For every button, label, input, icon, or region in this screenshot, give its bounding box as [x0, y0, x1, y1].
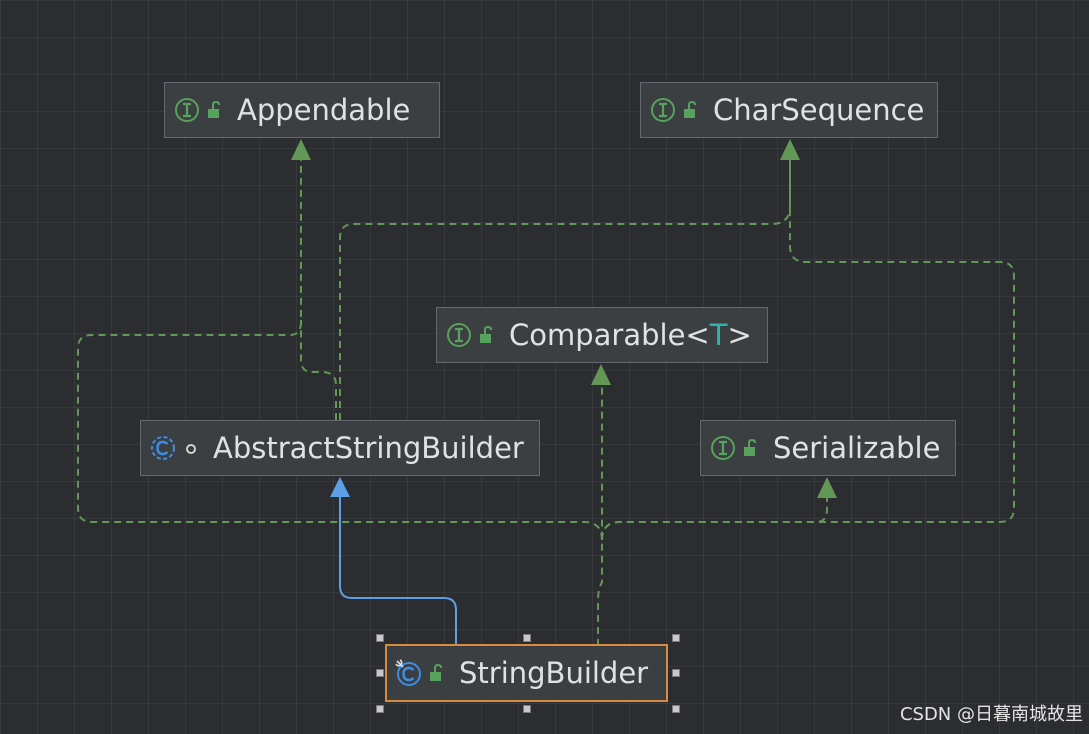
resize-handle-bottom-center[interactable]	[523, 705, 531, 713]
public-lock-icon	[744, 438, 756, 456]
class-name: Comparable	[509, 318, 686, 352]
node-label: Serializable	[773, 431, 941, 465]
node-label: AbstractStringBuilder	[213, 431, 524, 465]
node-label: Comparable<T>	[509, 318, 752, 352]
node-appendable[interactable]: Appendable	[164, 82, 440, 138]
edge-stringbuilder-trunk	[597, 382, 603, 646]
node-label: CharSequence	[713, 93, 925, 127]
node-charsequence[interactable]: CharSequence	[640, 82, 938, 138]
resize-handle-top-left[interactable]	[376, 634, 384, 642]
interface-icon	[175, 98, 199, 122]
arrowhead-serializable	[817, 477, 837, 498]
edge-abstractstringbuilder-implements-charsequence	[339, 160, 791, 420]
resize-handle-middle-left[interactable]	[376, 669, 384, 677]
arrowhead-charsequence	[780, 139, 800, 160]
node-comparable[interactable]: Comparable<T>	[436, 307, 768, 363]
node-label: Appendable	[237, 93, 411, 127]
resize-handle-bottom-left[interactable]	[376, 705, 384, 713]
public-lock-icon	[208, 100, 220, 118]
node-stringbuilder[interactable]: StringBuilder	[385, 644, 668, 702]
node-label: StringBuilder	[459, 656, 649, 690]
type-parameter: T	[709, 318, 728, 352]
resize-handle-top-right[interactable]	[672, 634, 680, 642]
interface-icon	[447, 323, 471, 347]
arrowhead-appendable	[291, 139, 311, 160]
edge-abstractstringbuilder-implements-appendable	[300, 320, 337, 420]
public-lock-icon	[430, 663, 442, 681]
interface-icon	[651, 98, 675, 122]
final-class-icon	[395, 659, 421, 686]
node-abstractstringbuilder[interactable]: AbstractStringBuilder	[140, 420, 540, 476]
resize-handle-bottom-right[interactable]	[672, 705, 680, 713]
arrowhead-comparable	[591, 364, 611, 385]
node-serializable[interactable]: Serializable	[700, 420, 956, 476]
package-private-icon	[186, 444, 196, 454]
arrowhead-extends	[330, 477, 350, 497]
public-lock-icon	[684, 100, 696, 118]
resize-handle-middle-right[interactable]	[672, 669, 680, 677]
interface-icon	[711, 436, 735, 460]
abstract-class-icon	[151, 436, 175, 460]
watermark: CSDN @日暮南城故里	[899, 704, 1083, 725]
edge-stringbuilder-implements-serializable	[601, 498, 828, 541]
edge-stringbuilder-extends-abstractstringbuilder	[339, 496, 457, 646]
resize-handle-top-center[interactable]	[523, 634, 531, 642]
public-lock-icon	[480, 325, 492, 343]
